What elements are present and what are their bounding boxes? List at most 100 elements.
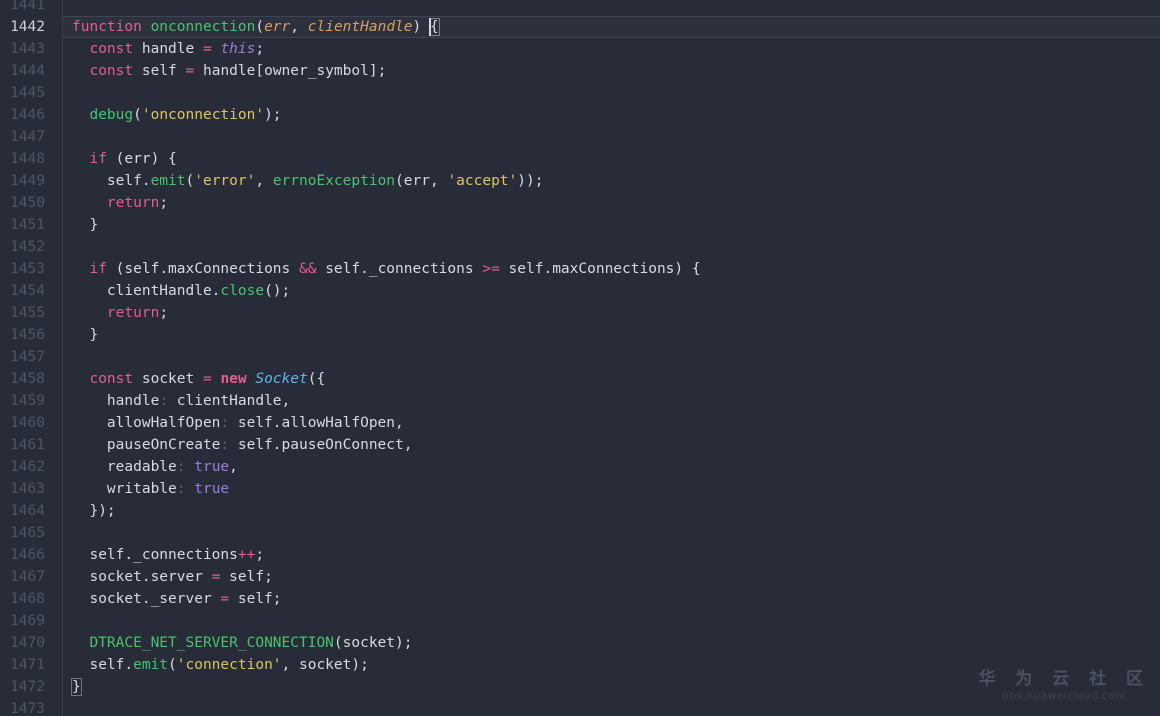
code-line[interactable]: 1470 DTRACE_NET_SERVER_CONNECTION(socket…: [0, 632, 1160, 654]
code-line[interactable]: 1461 pauseOnCreate: self.pauseOnConnect,: [0, 434, 1160, 456]
code-line-content[interactable]: [63, 0, 1160, 16]
code-line-content[interactable]: return;: [63, 192, 1160, 214]
line-number[interactable]: 1464: [0, 500, 63, 522]
code-line[interactable]: 1467 socket.server = self;: [0, 566, 1160, 588]
code-line[interactable]: 1460 allowHalfOpen: self.allowHalfOpen,: [0, 412, 1160, 434]
code-token: Socket: [255, 371, 308, 387]
code-line-content[interactable]: allowHalfOpen: self.allowHalfOpen,: [63, 412, 1160, 434]
code-line-content[interactable]: return;: [63, 302, 1160, 324]
code-line[interactable]: 1444 const self = handle[owner_symbol];: [0, 60, 1160, 82]
code-line[interactable]: 1452: [0, 236, 1160, 258]
code-line[interactable]: 1441: [0, 0, 1160, 16]
code-line[interactable]: 1442 function onconnection(err, clientHan…: [0, 16, 1160, 38]
code-line-content[interactable]: [63, 522, 1160, 544]
code-line-content[interactable]: self.emit('error', errnoException(err, '…: [63, 170, 1160, 192]
code-line-content[interactable]: function onconnection(err, clientHandle)…: [63, 16, 1160, 38]
code-line[interactable]: 1469: [0, 610, 1160, 632]
line-number[interactable]: 1469: [0, 610, 63, 632]
code-line-content[interactable]: readable: true,: [63, 456, 1160, 478]
code-line-content[interactable]: [63, 610, 1160, 632]
line-number[interactable]: 1472: [0, 676, 63, 698]
code-line[interactable]: 1459 handle: clientHandle,: [0, 390, 1160, 412]
code-line[interactable]: 1454 clientHandle.close();: [0, 280, 1160, 302]
code-line-content[interactable]: socket._server = self;: [63, 588, 1160, 610]
code-line-content[interactable]: }: [63, 324, 1160, 346]
code-line[interactable]: 1458 const socket = new Socket({: [0, 368, 1160, 390]
code-line[interactable]: 1445: [0, 82, 1160, 104]
code-line-content[interactable]: });: [63, 500, 1160, 522]
code-line-content[interactable]: [63, 236, 1160, 258]
line-number[interactable]: 1470: [0, 632, 63, 654]
code-line[interactable]: 1462 readable: true,: [0, 456, 1160, 478]
code-line[interactable]: 1443 const handle = this;: [0, 38, 1160, 60]
line-number[interactable]: 1452: [0, 236, 63, 258]
code-line-content[interactable]: DTRACE_NET_SERVER_CONNECTION(socket);: [63, 632, 1160, 654]
code-line[interactable]: 1448 if (err) {: [0, 148, 1160, 170]
code-line[interactable]: 1465: [0, 522, 1160, 544]
line-number[interactable]: 1453: [0, 258, 63, 280]
code-line[interactable]: 1456 }: [0, 324, 1160, 346]
line-number[interactable]: 1462: [0, 456, 63, 478]
code-line-content[interactable]: clientHandle.close();: [63, 280, 1160, 302]
line-number[interactable]: 1441: [0, 0, 63, 16]
code-line-content[interactable]: }: [63, 214, 1160, 236]
code-line[interactable]: 1453 if (self.maxConnections && self._co…: [0, 258, 1160, 280]
line-number[interactable]: 1456: [0, 324, 63, 346]
code-line[interactable]: 1457: [0, 346, 1160, 368]
code-line[interactable]: 1447: [0, 126, 1160, 148]
code-line[interactable]: 1446 debug('onconnection');: [0, 104, 1160, 126]
line-number[interactable]: 1454: [0, 280, 63, 302]
code-line-content[interactable]: const socket = new Socket({: [63, 368, 1160, 390]
code-token: socket.server: [72, 569, 212, 585]
line-number[interactable]: 1444: [0, 60, 63, 82]
line-number[interactable]: 1445: [0, 82, 63, 104]
code-line-content[interactable]: if (err) {: [63, 148, 1160, 170]
line-number[interactable]: 1451: [0, 214, 63, 236]
line-number[interactable]: 1471: [0, 654, 63, 676]
code-line[interactable]: 1455 return;: [0, 302, 1160, 324]
line-number[interactable]: 1461: [0, 434, 63, 456]
code-line-content[interactable]: if (self.maxConnections && self._connect…: [63, 258, 1160, 280]
code-line[interactable]: 1451 }: [0, 214, 1160, 236]
code-token: self.allowHalfOpen,: [229, 415, 404, 431]
code-line[interactable]: 1449 self.emit('error', errnoException(e…: [0, 170, 1160, 192]
code-token: =: [220, 591, 230, 607]
line-number[interactable]: 1467: [0, 566, 63, 588]
code-line-content[interactable]: const handle = this;: [63, 38, 1160, 60]
line-number[interactable]: 1458: [0, 368, 63, 390]
code-line-content[interactable]: socket.server = self;: [63, 566, 1160, 588]
code-line-content[interactable]: [63, 82, 1160, 104]
code-line-content[interactable]: writable: true: [63, 478, 1160, 500]
code-line[interactable]: 1450 return;: [0, 192, 1160, 214]
line-number[interactable]: 1457: [0, 346, 63, 368]
line-number[interactable]: 1448: [0, 148, 63, 170]
line-number[interactable]: 1460: [0, 412, 63, 434]
line-number[interactable]: 1463: [0, 478, 63, 500]
line-number[interactable]: 1447: [0, 126, 63, 148]
code-line-content[interactable]: [63, 346, 1160, 368]
line-number[interactable]: 1455: [0, 302, 63, 324]
line-number[interactable]: 1446: [0, 104, 63, 126]
code-line[interactable]: 1464 });: [0, 500, 1160, 522]
line-number[interactable]: 1449: [0, 170, 63, 192]
line-number[interactable]: 1459: [0, 390, 63, 412]
line-number[interactable]: 1465: [0, 522, 63, 544]
line-number[interactable]: 1442: [0, 16, 63, 38]
code-line-content[interactable]: debug('onconnection');: [63, 104, 1160, 126]
line-number[interactable]: 1450: [0, 192, 63, 214]
line-number[interactable]: 1443: [0, 38, 63, 60]
code-line[interactable]: 1463 writable: true: [0, 478, 1160, 500]
code-line-content[interactable]: handle: clientHandle,: [63, 390, 1160, 412]
code-line-content[interactable]: pauseOnCreate: self.pauseOnConnect,: [63, 434, 1160, 456]
code-line-content[interactable]: self._connections++;: [63, 544, 1160, 566]
code-line-content[interactable]: [63, 126, 1160, 148]
code-line[interactable]: 1466 self._connections++;: [0, 544, 1160, 566]
code-line-content[interactable]: const self = handle[owner_symbol];: [63, 60, 1160, 82]
code-line[interactable]: 1468 socket._server = self;: [0, 588, 1160, 610]
line-number[interactable]: 1466: [0, 544, 63, 566]
line-number[interactable]: 1473: [0, 698, 63, 716]
line-number[interactable]: 1468: [0, 588, 63, 610]
watermark-title: 华 为 云 社 区: [978, 669, 1150, 689]
